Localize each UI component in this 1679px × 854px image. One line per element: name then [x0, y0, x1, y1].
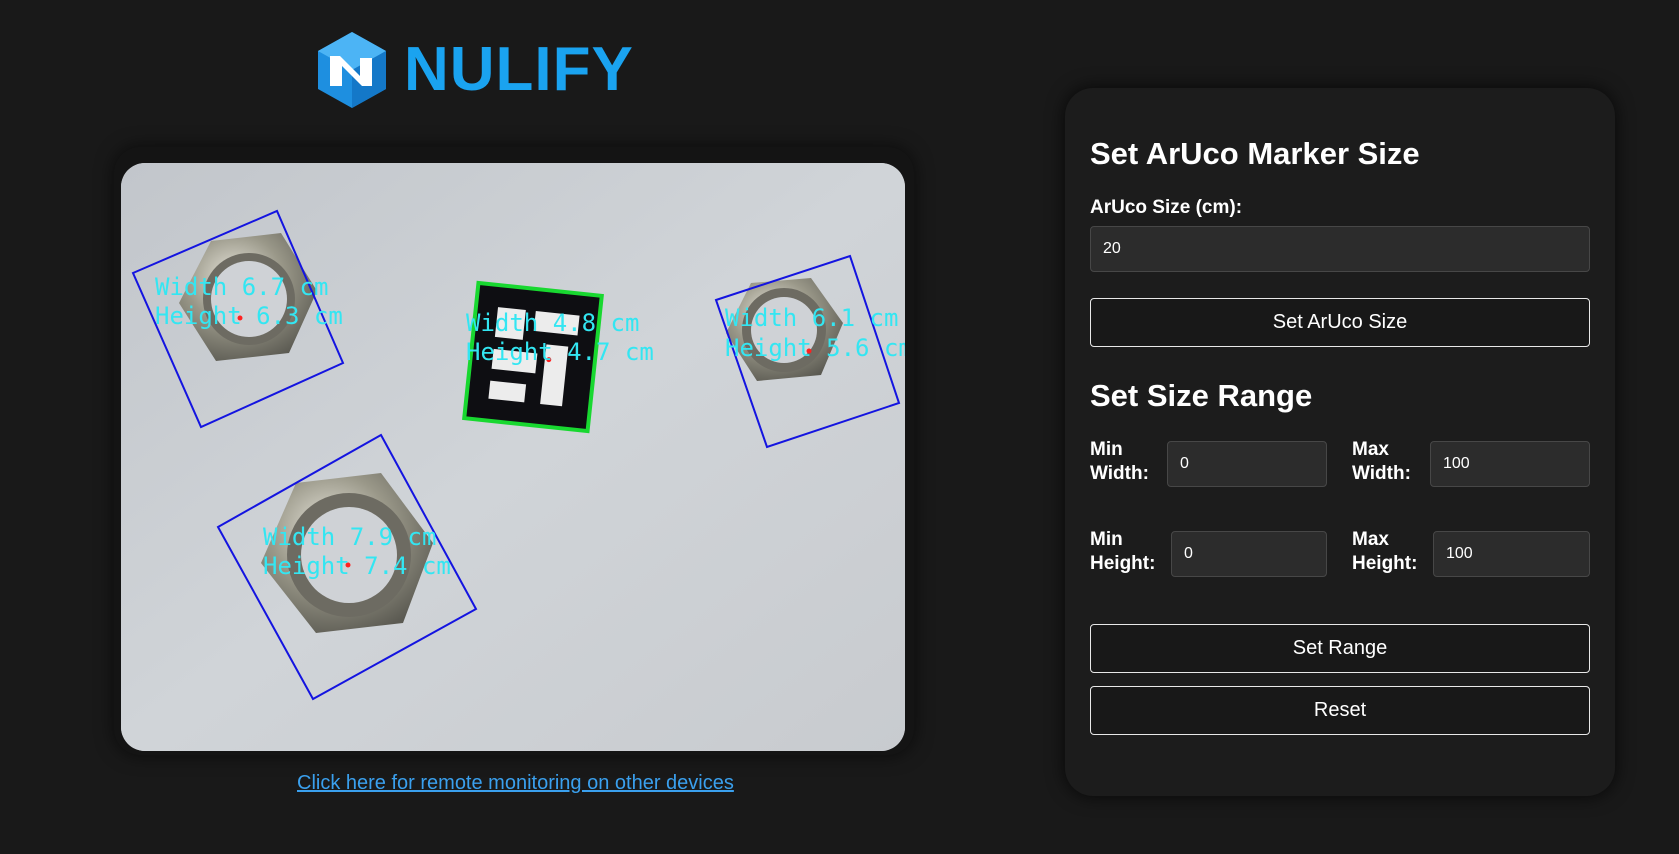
detection-1-width-label: Width 6.7 cm — [155, 273, 328, 301]
max-height-label: Max Height: — [1352, 529, 1418, 574]
reset-button[interactable]: Reset — [1090, 686, 1590, 735]
range-section-title: Set Size Range — [1090, 378, 1313, 413]
set-aruco-size-button[interactable]: Set ArUco Size — [1090, 298, 1590, 347]
max-width-label: Max Width: — [1352, 439, 1411, 484]
max-height-input[interactable] — [1433, 531, 1590, 577]
detection-3-height-label: Height 5.6 cm — [725, 334, 905, 362]
brand-name: NULIFY — [404, 35, 634, 104]
min-width-input[interactable] — [1167, 441, 1327, 487]
detection-2-height-label: Height 4.7 cm — [466, 338, 654, 366]
detection-3-width-label: Width 6.1 cm — [725, 304, 898, 332]
camera-feed: Width 6.7 cm Height 6.3 cm Width 4.8 cm … — [121, 163, 905, 751]
brand-logo: NULIFY — [316, 30, 634, 110]
remote-monitoring-link[interactable]: Click here for remote monitoring on othe… — [297, 772, 734, 795]
max-width-input[interactable] — [1430, 441, 1590, 487]
set-range-button[interactable]: Set Range — [1090, 624, 1590, 673]
min-width-label: Min Width: — [1090, 439, 1149, 484]
camera-feed-image: Width 6.7 cm Height 6.3 cm Width 4.8 cm … — [121, 163, 905, 751]
detection-2-width-label: Width 4.8 cm — [466, 309, 639, 337]
detection-4-height-label: Height 7.4 cm — [263, 552, 451, 580]
min-height-input[interactable] — [1171, 531, 1327, 577]
aruco-section-title: Set ArUco Marker Size — [1090, 136, 1420, 171]
settings-panel: Set ArUco Marker Size ArUco Size (cm): S… — [1065, 88, 1615, 796]
detection-1-height-label: Height 6.3 cm — [155, 302, 343, 330]
aruco-size-label: ArUco Size (cm): — [1090, 197, 1243, 218]
min-height-label: Min Height: — [1090, 529, 1156, 574]
nulify-cube-icon — [318, 32, 386, 108]
detection-4-width-label: Width 7.9 cm — [263, 523, 436, 551]
aruco-size-input[interactable] — [1090, 226, 1590, 272]
